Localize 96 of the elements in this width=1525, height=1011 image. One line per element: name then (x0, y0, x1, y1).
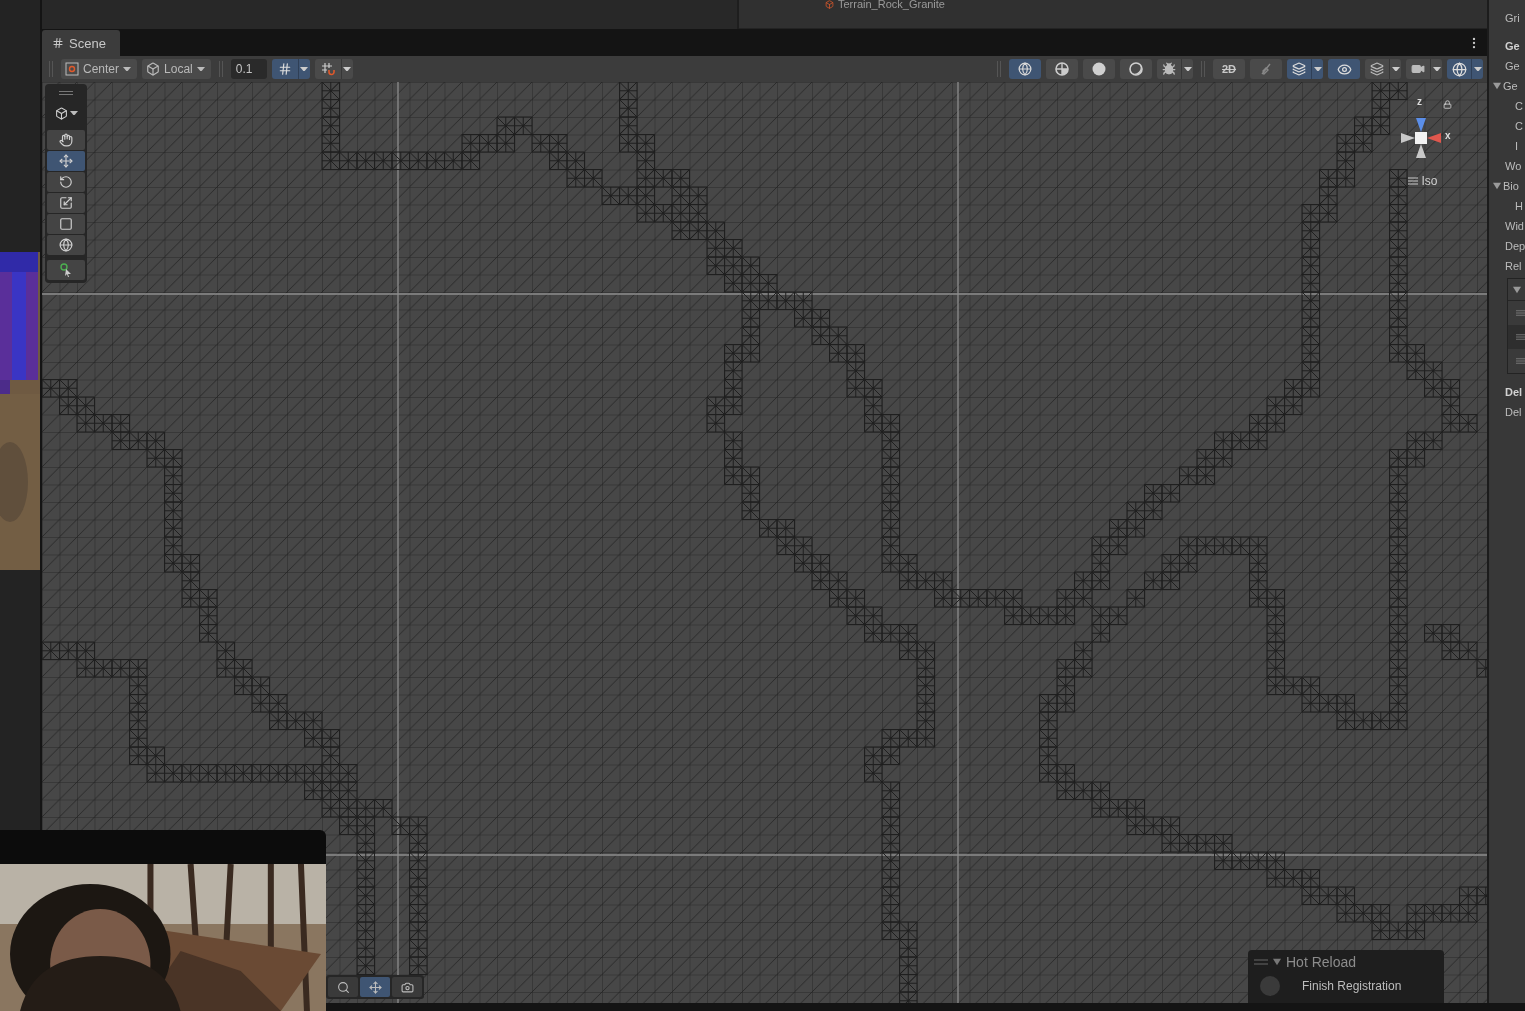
caret-icon (1391, 66, 1400, 72)
eye-icon (1336, 61, 1352, 77)
lock-icon[interactable] (1443, 100, 1452, 109)
search-icon (336, 980, 350, 994)
foldout-triangle-icon[interactable] (1513, 285, 1521, 294)
property-label: Ge (1505, 40, 1520, 52)
overlay-button[interactable] (360, 977, 390, 997)
property-label: C (1515, 120, 1523, 132)
tool-button[interactable] (47, 235, 85, 255)
view-option-button[interactable] (1328, 59, 1360, 79)
caret-icon (1313, 66, 1322, 72)
grid-magnet-icon (320, 62, 335, 76)
snap-button[interactable] (271, 59, 310, 79)
view-option-button[interactable] (1287, 59, 1323, 79)
view-option-button[interactable] (1447, 59, 1483, 79)
view-option-button[interactable] (1046, 59, 1078, 79)
space-dropdown[interactable]: Local (142, 59, 211, 79)
snap-button[interactable] (314, 59, 353, 79)
status-dot-icon (1260, 976, 1280, 996)
rotate-icon (59, 175, 73, 189)
scale-icon (59, 196, 73, 210)
caret-icon (1473, 66, 1482, 72)
shaded-sphere-icon (1055, 62, 1069, 76)
layers-icon (1370, 62, 1384, 76)
caret-icon (343, 66, 352, 72)
light-off-icon (1259, 62, 1273, 76)
pivot-dropdown[interactable]: Center (61, 59, 138, 79)
camera-icon (1411, 62, 1425, 76)
view-option-button[interactable] (1009, 59, 1041, 79)
cube-icon (146, 62, 161, 76)
property-label: Rel (1505, 260, 1522, 272)
property-label: Gri (1505, 12, 1520, 24)
overlay-button[interactable] (328, 977, 358, 997)
property-label: Del (1505, 406, 1522, 418)
caret-icon (1183, 66, 1192, 72)
foldout-triangle-icon[interactable] (1493, 82, 1501, 90)
pivot-icon (65, 62, 79, 76)
solid-sphere-icon (1092, 62, 1106, 76)
foldout-triangle-icon[interactable] (1493, 182, 1501, 190)
finish-registration-button[interactable]: Finish Registration (1302, 979, 1402, 993)
foldout-triangle-icon[interactable] (1273, 958, 1281, 966)
grid-snap-icon (277, 62, 292, 76)
move-icon (368, 980, 382, 994)
hand-icon (59, 133, 73, 147)
panel-title: Hot Reload (1286, 954, 1357, 970)
view-option-button[interactable] (1157, 59, 1193, 79)
grid-icon (52, 37, 64, 49)
property-label: Ge (1505, 60, 1520, 72)
view-option-button[interactable] (1365, 59, 1401, 79)
overlay-button[interactable] (392, 977, 422, 997)
tool-button[interactable] (47, 151, 85, 171)
move-icon (59, 154, 73, 168)
drag-handle-icon[interactable] (1516, 333, 1525, 341)
two-d-label: 2D (1221, 63, 1237, 75)
x-axis-label: x (1445, 130, 1451, 141)
property-label: H (1515, 200, 1523, 212)
drag-handle-icon[interactable] (1516, 357, 1525, 365)
prefab-icon (825, 0, 834, 9)
property-label: Del (1505, 386, 1523, 398)
custom-tool-icon (59, 263, 73, 277)
transform-icon (59, 238, 73, 252)
property-label: Wo (1505, 160, 1522, 172)
rect-icon (59, 217, 73, 231)
drag-handle-icon[interactable] (1516, 309, 1525, 317)
foldout-label[interactable]: Ge (1503, 80, 1518, 92)
wireframe-globe-icon (1018, 62, 1032, 76)
projection-toggle[interactable]: Iso (1408, 174, 1438, 188)
view-option-button[interactable]: 2D (1213, 59, 1245, 79)
view-option-button[interactable] (1406, 59, 1442, 79)
property-label: Wid (1505, 220, 1524, 232)
z-axis-label: z (1417, 96, 1422, 107)
tool-button[interactable] (47, 130, 85, 150)
property-label: I (1515, 140, 1519, 152)
foldout-label[interactable]: Bio (1503, 180, 1519, 192)
caret-icon (1432, 66, 1441, 72)
caret-icon (69, 110, 78, 116)
tool-button[interactable] (47, 214, 85, 234)
drag-handle-icon[interactable] (1254, 959, 1268, 965)
property-label: C (1515, 100, 1523, 112)
view-option-button[interactable] (1083, 59, 1115, 79)
property-label: Dep (1505, 240, 1525, 252)
view-option-button[interactable] (1120, 59, 1152, 79)
menu-icon (1408, 177, 1419, 185)
cube-icon (54, 106, 68, 120)
snap-value-field[interactable]: 0.1 (230, 59, 267, 79)
tool-button[interactable] (47, 193, 85, 213)
caret-icon (300, 66, 309, 72)
caret-icon (196, 66, 205, 72)
scene-tab[interactable]: Scene (42, 30, 120, 56)
gizmo-globe-icon (1451, 61, 1467, 77)
caret-icon (123, 66, 132, 72)
bug-icon (1162, 62, 1176, 76)
camera-icon (400, 980, 414, 994)
tool-button[interactable] (47, 172, 85, 192)
tool-button[interactable] (47, 260, 85, 280)
shaded-circle-icon (1129, 62, 1143, 76)
